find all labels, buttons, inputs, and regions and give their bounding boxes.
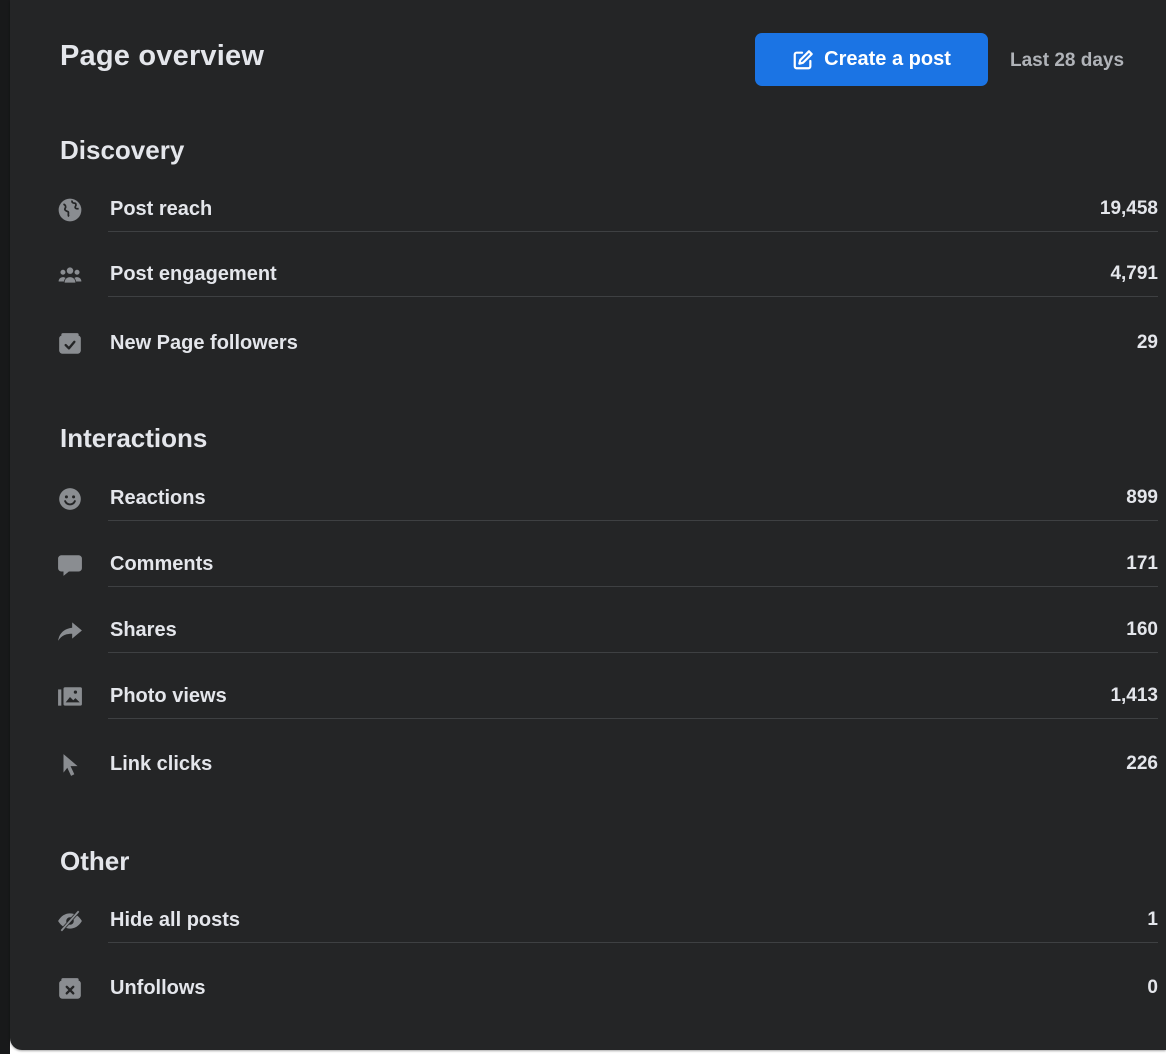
metric-value: 171 <box>1126 553 1158 574</box>
metric-value: 29 <box>1136 332 1158 353</box>
metric-label: Post engagement <box>110 263 277 285</box>
globe-icon <box>56 196 84 224</box>
photo-icon <box>56 683 84 711</box>
row-divider <box>108 942 1158 943</box>
metric-row-reactions[interactable]: Reactions 899 <box>50 481 1158 521</box>
metric-value: 1 <box>1147 909 1158 930</box>
people-icon <box>56 261 84 289</box>
metric-row-post-engagement[interactable]: Post engagement 4,791 <box>50 257 1158 297</box>
row-divider <box>108 718 1158 719</box>
metric-value: 899 <box>1126 487 1158 508</box>
metric-label: Comments <box>110 553 214 575</box>
section-title-other: Other <box>60 846 130 876</box>
metric-label: Link clicks <box>110 753 213 775</box>
page-title: Page overview <box>60 40 265 72</box>
edit-icon <box>793 49 813 69</box>
date-range-selector[interactable]: Last 28 days <box>1010 50 1124 72</box>
metric-row-hide-all-posts[interactable]: Hide all posts 1 <box>50 903 1158 943</box>
metric-value: 160 <box>1126 619 1158 640</box>
metric-label: Shares <box>110 619 177 641</box>
row-divider <box>108 586 1158 587</box>
metric-row-shares[interactable]: Shares 160 <box>50 613 1158 653</box>
section-title-interactions: Interactions <box>60 423 208 453</box>
metric-label: Post reach <box>110 198 213 220</box>
follow-inbox-icon <box>56 330 84 358</box>
metric-label: Photo views <box>110 685 227 707</box>
smiley-icon <box>56 485 84 513</box>
metric-row-link-clicks[interactable]: Link clicks 226 <box>50 747 1158 787</box>
metric-row-unfollows[interactable]: Unfollows 0 <box>50 971 1158 1011</box>
metric-row-new-page-followers[interactable]: New Page followers 29 <box>50 326 1158 366</box>
create-post-label: Create a post <box>824 48 951 70</box>
cursor-icon <box>56 751 84 779</box>
metric-row-post-reach[interactable]: Post reach 19,458 <box>50 192 1158 232</box>
metric-value: 4,791 <box>1110 263 1158 284</box>
create-post-button[interactable]: Create a post <box>755 33 988 86</box>
row-divider <box>108 296 1158 297</box>
row-divider <box>108 520 1158 521</box>
metric-value: 0 <box>1147 977 1158 998</box>
left-edge <box>0 0 10 1054</box>
metric-row-photo-views[interactable]: Photo views 1,413 <box>50 679 1158 719</box>
metric-label: Hide all posts <box>110 909 241 931</box>
metric-value: 19,458 <box>1099 198 1158 219</box>
unfollow-inbox-icon <box>56 975 84 1003</box>
row-divider <box>108 652 1158 653</box>
metric-value: 226 <box>1126 753 1158 774</box>
metric-label: Unfollows <box>110 977 206 999</box>
section-title-discovery: Discovery <box>60 135 185 165</box>
metric-label: Reactions <box>110 487 206 509</box>
eye-off-icon <box>56 907 84 935</box>
comment-icon <box>56 551 84 579</box>
row-divider <box>108 231 1158 232</box>
share-icon <box>56 617 84 645</box>
page-overview-card: Page overview Create a post Last 28 days… <box>10 0 1166 1050</box>
metric-row-comments[interactable]: Comments 171 <box>50 547 1158 587</box>
metric-label: New Page followers <box>110 332 298 354</box>
metric-value: 1,413 <box>1110 685 1158 706</box>
